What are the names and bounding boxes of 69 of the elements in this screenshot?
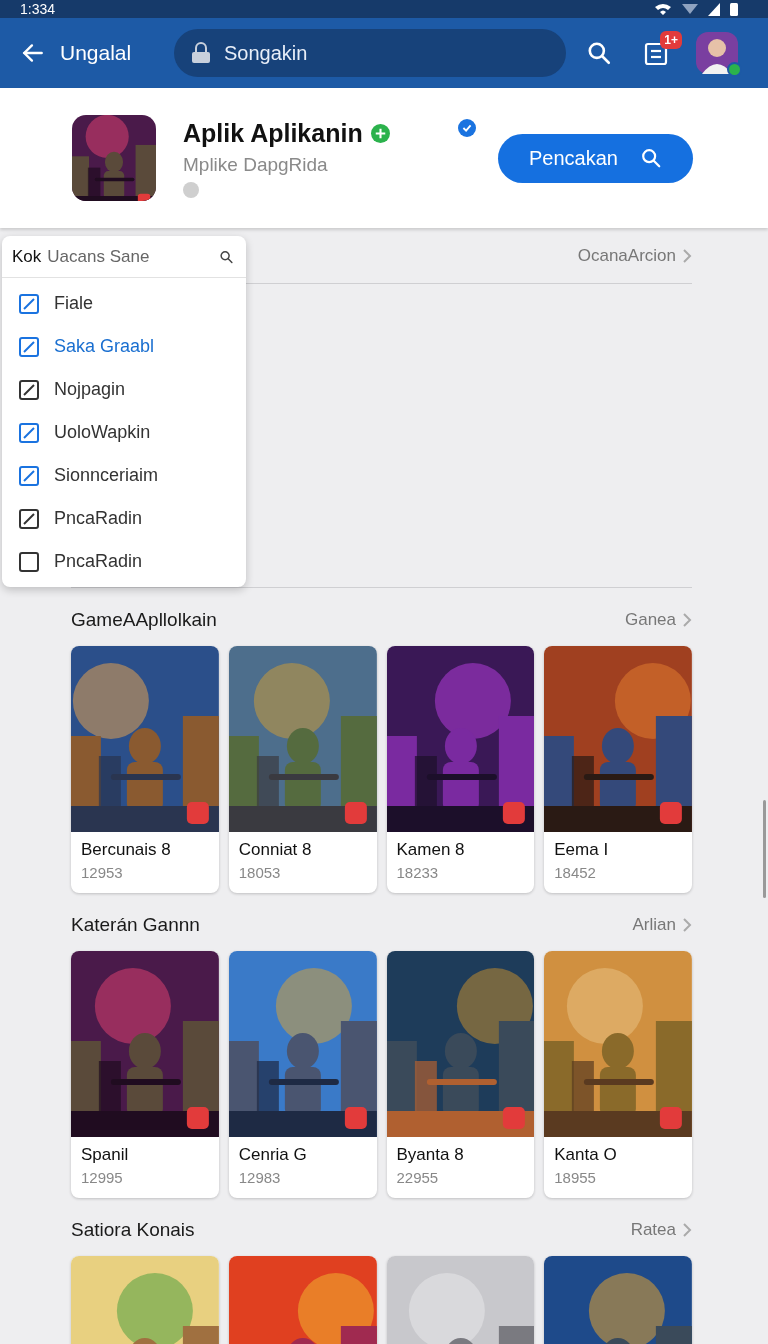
game-name: Conniat 8 [238, 840, 313, 860]
game-count: 12983 [238, 1169, 282, 1186]
checkbox[interactable] [19, 422, 39, 443]
game-count: 22955 [396, 1169, 440, 1186]
checkbox[interactable] [19, 551, 39, 572]
checkbox[interactable] [19, 336, 39, 357]
chevron-icon [682, 247, 692, 264]
filter-option[interactable]: UoloWapkin [2, 411, 246, 454]
filter-option[interactable]: PncaRadin [2, 540, 246, 583]
game-card[interactable]: Bercunais 8 12953 [71, 646, 219, 893]
chevron-icon [682, 917, 692, 933]
game-name: Bercunais 8 [81, 840, 172, 860]
game-count: 18233 [396, 864, 440, 881]
game-name: Kanta O [554, 1145, 618, 1165]
filter-option[interactable]: Sionnceriaim [2, 454, 246, 497]
search-icon [640, 147, 662, 169]
signal-icon [708, 2, 720, 16]
status-dot [727, 62, 742, 77]
section-title: GameAApllolkain [71, 609, 217, 631]
avatar[interactable] [696, 32, 738, 74]
search-button[interactable] [586, 40, 612, 66]
filter-option[interactable]: PncaRadin [2, 497, 246, 540]
status-time: 1:334 [20, 2, 56, 16]
section-title: Katerán Gannn [71, 914, 200, 936]
chevron-icon [682, 612, 692, 628]
filter-option[interactable]: Saka Graabl [2, 325, 246, 368]
game-count: 12995 [81, 1169, 124, 1186]
dropdown-label: Kok [12, 246, 42, 267]
game-name: Cenria G [238, 1145, 308, 1165]
wifi-icon [654, 2, 672, 16]
game-count: 12953 [81, 864, 124, 881]
search-field[interactable]: Songakin [174, 29, 566, 77]
plus-badge-icon [370, 123, 390, 143]
see-all-link[interactable]: Ratea [630, 1220, 692, 1240]
game-card[interactable]: Kanta O 18955 [544, 951, 692, 1198]
see-all-link[interactable]: Ganea [624, 610, 692, 630]
game-name: Byanta 8 [396, 1145, 465, 1165]
game-card[interactable]: Kamen 8 18233 [386, 646, 535, 893]
game-card[interactable]: Eema I 18452 [544, 646, 692, 893]
notification-badge: 1+ [660, 31, 682, 49]
checkbox[interactable] [19, 465, 39, 486]
battery-icon [730, 2, 738, 16]
chevron-icon [682, 1222, 692, 1238]
game-card[interactable]: Cenria G 12983 [228, 951, 377, 1198]
install-button[interactable]: Pencakan [498, 133, 693, 183]
header-title: Ungalal [60, 41, 133, 65]
search-icon [586, 40, 612, 66]
game-name: Kamen 8 [396, 840, 466, 860]
checkbox[interactable] [19, 379, 39, 400]
app-subtitle: Mplike DapgRida [183, 153, 329, 176]
game-name: Spanil [81, 1145, 130, 1165]
checkbox[interactable] [19, 293, 39, 314]
lock-icon [191, 42, 211, 64]
filter-option[interactable]: Fiale [2, 282, 246, 325]
info-icon [183, 181, 199, 198]
see-all-link[interactable]: Arlian [632, 915, 692, 935]
game-count: 18452 [554, 864, 597, 881]
see-all-link[interactable]: OcanaArcion [577, 245, 692, 266]
game-card[interactable]: Spanil 12995 [71, 951, 219, 1198]
game-count: 18955 [554, 1169, 597, 1186]
network-icon [682, 3, 698, 15]
checkbox[interactable] [19, 508, 39, 529]
game-name: Eema I [554, 840, 610, 860]
game-card[interactable]: Conniat 8 18053 [228, 646, 377, 893]
game-card[interactable]: Byanta 8 22955 [386, 951, 535, 1198]
section-title: Satiora Konais [71, 1219, 195, 1241]
app-name: Aplik Aplikanin [183, 118, 363, 148]
game-count: 18053 [238, 864, 282, 881]
filter-option[interactable]: Nojpagin [2, 368, 246, 411]
